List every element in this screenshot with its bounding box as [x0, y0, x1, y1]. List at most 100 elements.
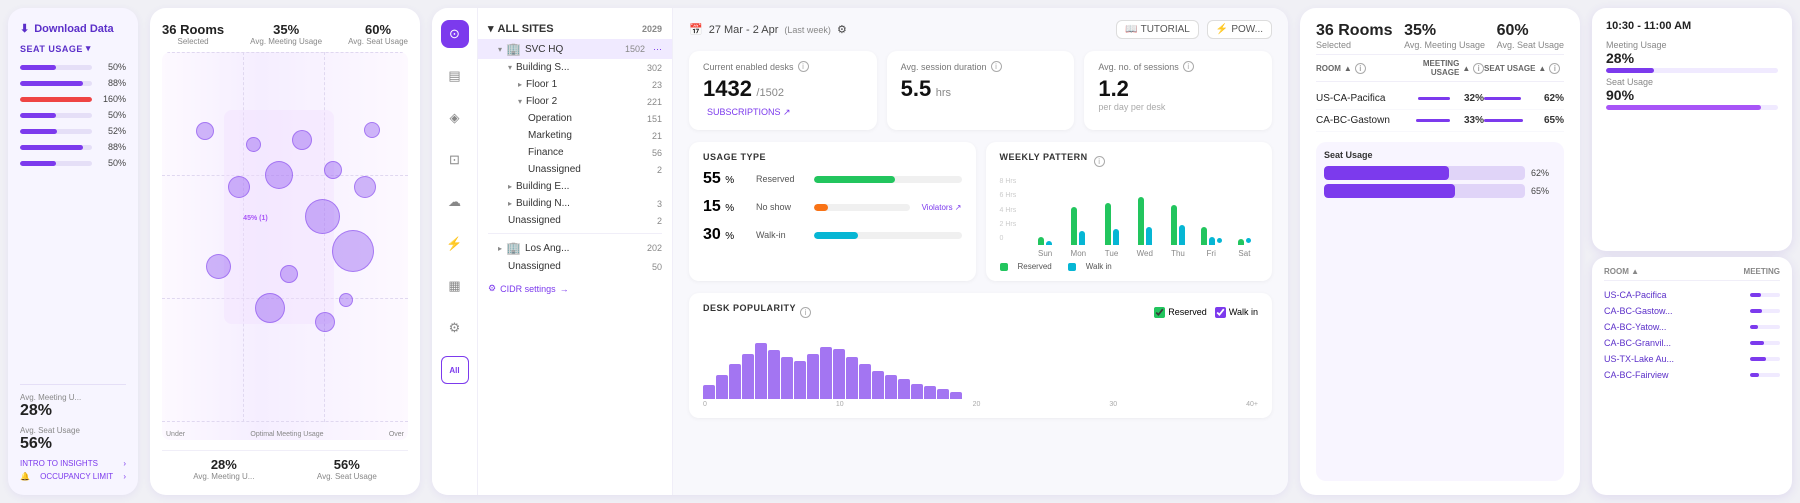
tree-operation[interactable]: Operation 151: [478, 110, 672, 127]
arrow-right-icon: ›: [123, 472, 126, 481]
violators-link[interactable]: Violators ↗: [922, 203, 962, 212]
info-icon[interactable]: i: [1183, 61, 1194, 72]
room-bar-fill: [1750, 325, 1758, 329]
optimal-label: 45% (1): [243, 215, 268, 222]
day-label: Sat: [1238, 249, 1250, 258]
subscriptions-link[interactable]: SUBSCRIPTIONS ↗: [707, 107, 791, 117]
tree-svc-hq[interactable]: ▾ 🏢 SVC HQ 1502 ⋯: [478, 39, 672, 59]
expand-icon: ▾: [488, 22, 494, 35]
pow-button[interactable]: ⚡ POW...: [1207, 20, 1272, 39]
scatter-avg-meeting-label: Avg. Meeting U...: [193, 472, 254, 481]
avg-meeting-sub: Avg. Meeting Usage: [250, 37, 322, 46]
tree-los-angeles[interactable]: ▸ 🏢 Los Ang... 202: [478, 238, 672, 258]
sort-icon[interactable]: ▲: [1462, 64, 1470, 73]
occupancy-limit-link[interactable]: 🔔 OCCUPANCY LIMIT ›: [20, 472, 126, 481]
main-panel: ⊙ ▤ ◈ ⊡ ☁ ⚡ ▦ ⚙ All ▾ ALL SITES 2029 ▾ 🏢…: [432, 8, 1288, 495]
sort-icon[interactable]: ▲: [1631, 267, 1639, 276]
walkin-checkbox[interactable]: [1215, 307, 1226, 318]
avg-meeting-pct: 35%: [1404, 22, 1485, 40]
usage-bar-bg: [20, 81, 92, 86]
enabled-desks-value: 1432 /1502 SUBSCRIPTIONS ↗: [703, 76, 863, 120]
intro-insights-link[interactable]: INTRO TO INSIGHTS ›: [20, 459, 126, 468]
popup-meeting-value: 28%: [1606, 50, 1778, 66]
scatter-avg-seat: 56% Avg. Seat Usage: [317, 457, 377, 481]
info-icon[interactable]: i: [1549, 63, 1560, 74]
desk-bar: [872, 371, 884, 399]
tree-finance[interactable]: Finance 56: [478, 144, 672, 161]
floor-name: Floor 2: [526, 96, 643, 107]
x-label-under: Under: [166, 431, 185, 438]
sort-icon[interactable]: ▲: [1538, 64, 1546, 73]
info-icon[interactable]: i: [798, 61, 809, 72]
info-icon[interactable]: i: [1355, 63, 1366, 74]
walkin-row: 30 % Walk-in: [703, 226, 962, 244]
tree-marketing[interactable]: Marketing 21: [478, 127, 672, 144]
room-bar-fill: [1750, 373, 1759, 377]
nav-all[interactable]: All: [441, 356, 469, 384]
tree-building-e[interactable]: ▸ Building E...: [478, 178, 672, 195]
desk-pop-header: DESK POPULARITY i Reserved Walk in: [703, 303, 1258, 321]
info-icon[interactable]: i: [991, 61, 1002, 72]
x-20: 20: [973, 401, 981, 408]
rooms-panel: 36 Rooms Selected 35% Avg. Meeting Usage…: [1300, 8, 1580, 495]
x-40: 40+: [1246, 401, 1258, 408]
download-button[interactable]: ⬇ Download Data: [20, 22, 126, 35]
reserved-label: Reserved: [1168, 307, 1207, 317]
nav-lightning[interactable]: ⚡: [441, 230, 469, 258]
info-icon[interactable]: i: [1094, 156, 1105, 167]
room-list-header: ROOM ▲ MEETING: [1604, 267, 1780, 281]
usage-bar-bg: [20, 97, 92, 102]
noshow-label: No show: [756, 202, 806, 212]
chevron-icon: ▾: [498, 45, 502, 54]
sessions-count-value: 1.2: [1098, 76, 1258, 102]
meeting-col-header: MEETING: [1744, 267, 1780, 276]
nav-table[interactable]: ▦: [441, 272, 469, 300]
tree-floor1[interactable]: ▸ Floor 1 23: [478, 76, 672, 93]
nav-reports[interactable]: ▤: [441, 62, 469, 90]
info-icon[interactable]: i: [800, 307, 811, 318]
bubble: [332, 230, 374, 272]
desk-bar: [898, 379, 910, 399]
usage-pct: 52%: [98, 126, 126, 136]
tutorial-button[interactable]: 📖 TUTORIAL: [1116, 20, 1199, 39]
tree-building-s[interactable]: ▾ Building S... 302: [478, 59, 672, 76]
meeting-col-header: MEETING USAGE: [1394, 59, 1459, 77]
nav-home[interactable]: ⊙: [441, 20, 469, 48]
session-duration-card: Avg. session duration i 5.5 hrs: [887, 51, 1075, 130]
avg-seat-sub: Avg. Seat Usage: [1497, 40, 1564, 50]
popup-card: 10:30 - 11:00 AM Meeting Usage 28% Seat …: [1592, 8, 1792, 251]
nav-cloud[interactable]: ☁: [441, 188, 469, 216]
room-name: CA-BC-Gastown: [1316, 115, 1394, 126]
day-bars: [1238, 181, 1251, 245]
tree-unassigned[interactable]: Unassigned 2: [478, 161, 672, 178]
scatter-chart: Optimal Seat Usage 45% (1): [162, 52, 408, 440]
floor-count: 23: [652, 80, 662, 90]
popup-seat-bar: [1606, 105, 1778, 110]
nav-grid[interactable]: ⊡: [441, 146, 469, 174]
sort-icon[interactable]: ▲: [1344, 64, 1352, 73]
usage-bar-fill: [20, 81, 83, 86]
cidr-settings[interactable]: ⚙ CIDR settings →: [478, 275, 672, 302]
tree-floor2[interactable]: ▾ Floor 2 221: [478, 93, 672, 110]
scatter-bottom: 28% Avg. Meeting U... 56% Avg. Seat Usag…: [162, 450, 408, 481]
avg-meeting-rooms: 35% Avg. Meeting Usage: [1404, 22, 1485, 50]
tree-unassigned2[interactable]: Unassigned 2: [478, 212, 672, 229]
info-icon[interactable]: i: [1473, 63, 1484, 74]
room-name: US-TX-Lake Au...: [1604, 354, 1750, 364]
walkin-label: Walk in: [1229, 307, 1258, 317]
reserved-checkbox[interactable]: [1154, 307, 1165, 318]
day-wed: Wed: [1131, 181, 1158, 258]
site-count: 1502: [625, 44, 645, 54]
tree-unassigned-la[interactable]: Unassigned 50: [478, 258, 672, 275]
tree-building-n[interactable]: ▸ Building N... 3: [478, 195, 672, 212]
zone-name: Finance: [528, 147, 648, 158]
nav-settings[interactable]: ◈: [441, 104, 469, 132]
seat-bar: [1484, 97, 1521, 100]
room-bar-fill: [1750, 341, 1764, 345]
x-10: 10: [836, 401, 844, 408]
seat-fill: [1324, 184, 1455, 198]
date-range[interactable]: 📅 27 Mar - 2 Apr (Last week) ⚙: [689, 23, 847, 36]
week-tag: (Last week): [784, 25, 831, 35]
nav-gear[interactable]: ⚙: [441, 314, 469, 342]
room-name: CA-BC-Yatow...: [1604, 322, 1750, 332]
